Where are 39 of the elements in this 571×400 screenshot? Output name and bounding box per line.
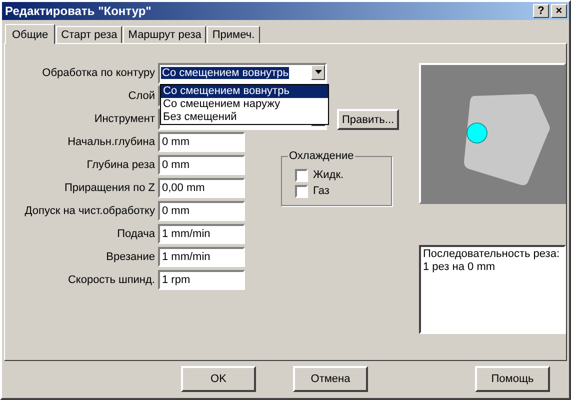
dropdown-option[interactable]: Со смещением вовнутрь	[161, 84, 328, 98]
field-label: Допуск на чист.обработку	[24, 205, 156, 217]
input-field[interactable]: 1 rpm	[158, 270, 245, 290]
field-label: Слой	[127, 90, 156, 102]
input-field[interactable]: 0 mm	[158, 132, 245, 152]
field-label: Обработка по контуру	[41, 67, 156, 79]
group-title: Охлаждение	[288, 150, 355, 162]
summary-line: Последовательность реза:	[423, 248, 560, 261]
field-label: Инструмент	[93, 113, 156, 125]
input-field[interactable]: 0 mm	[158, 201, 245, 221]
field-label: Начальн.глубина	[66, 136, 156, 148]
checkbox-label: Газ	[313, 185, 330, 197]
input-field[interactable]: 0 mm	[158, 155, 245, 175]
field-label: Приращения по Z	[63, 182, 156, 194]
edit-button[interactable]: Править...	[337, 109, 400, 130]
summary-line: 1 рез на 0 mm	[423, 261, 496, 274]
dialog-button[interactable]: Отмена	[293, 366, 368, 392]
help-button[interactable]: ?	[533, 4, 549, 18]
checkbox[interactable]	[295, 168, 308, 182]
field-label: Подача	[116, 228, 156, 240]
checkbox[interactable]	[295, 184, 308, 198]
combo-value: Со смещением вовнутрь	[161, 67, 290, 79]
input-field[interactable]: 1 mm/min	[158, 247, 245, 267]
window-title: Редактировать "Контур"	[5, 4, 152, 18]
field-label: Глубина реза	[86, 159, 156, 171]
dialog-button[interactable]: OK	[181, 366, 256, 392]
tab[interactable]: Маршрут реза	[123, 26, 206, 43]
close-button[interactable]: ×	[551, 4, 567, 18]
field-label: Врезание	[105, 251, 156, 263]
tab[interactable]: Общие	[5, 24, 56, 44]
dropdown-option[interactable]: Без смещений	[161, 110, 328, 124]
field-label: Скорость шпинд.	[66, 274, 156, 286]
dropdown-option[interactable]: Со смещением наружу	[161, 98, 328, 110]
checkbox-label: Жидк.	[313, 169, 344, 181]
input-field[interactable]: 1 mm/min	[158, 224, 245, 244]
tab[interactable]: Старт реза	[56, 26, 122, 43]
tab[interactable]: Примеч.	[207, 26, 260, 43]
dialog-button[interactable]: Помощь	[475, 366, 550, 392]
input-field[interactable]: 0,00 mm	[158, 178, 245, 198]
